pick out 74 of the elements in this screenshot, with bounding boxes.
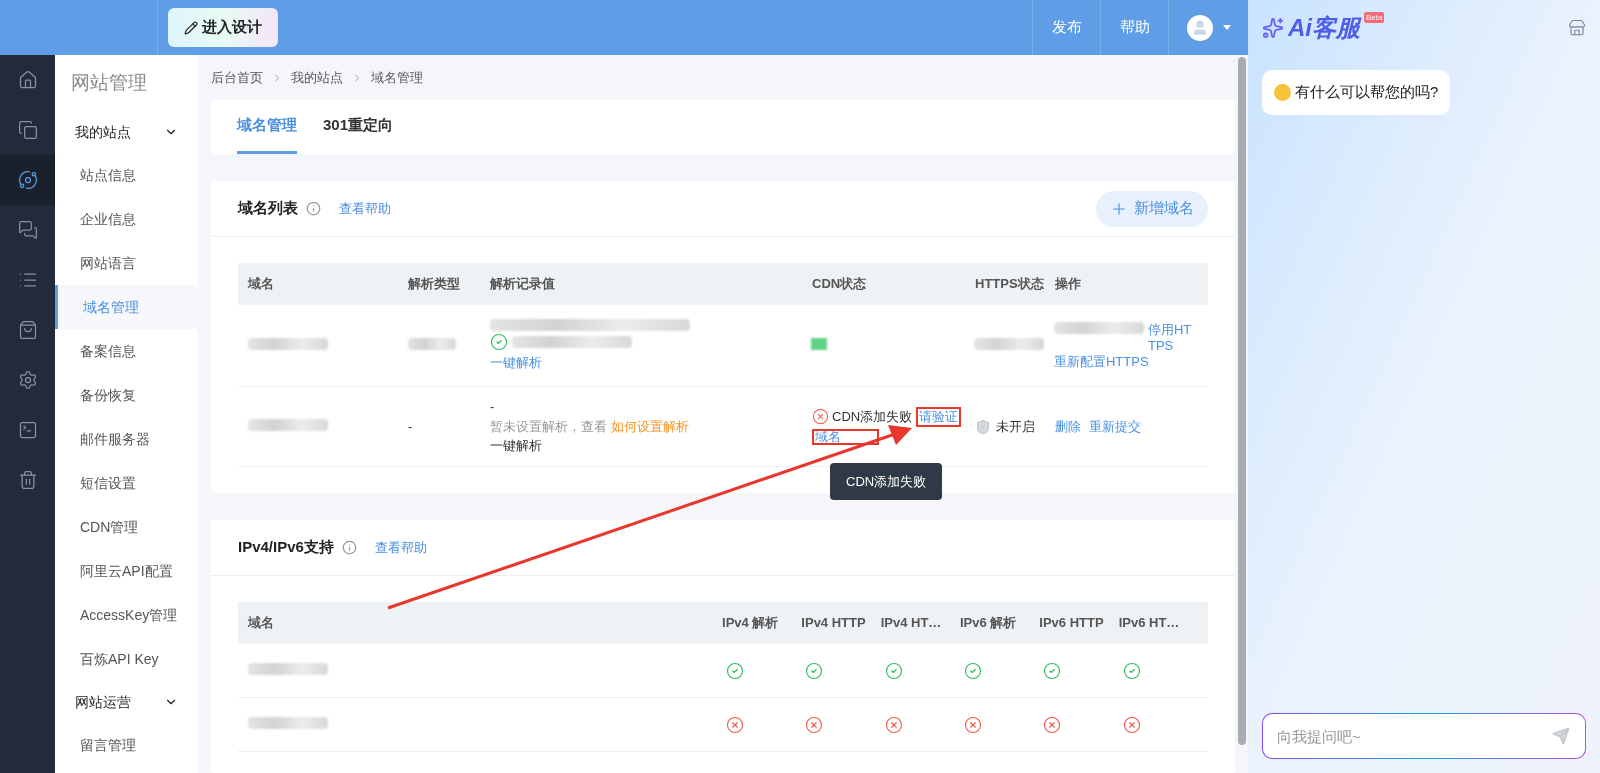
column-header: IPv4 解析 — [722, 615, 779, 631]
sidebar-item[interactable]: AccessKey管理 — [55, 593, 198, 637]
chat-icon — [17, 220, 38, 240]
shield-icon — [975, 418, 991, 435]
terminal-icon — [17, 420, 38, 440]
cross-icon — [812, 407, 829, 425]
sidebar-item[interactable]: 备份恢复 — [55, 373, 198, 417]
check-icon — [489, 332, 508, 351]
table-cell: - — [408, 418, 413, 434]
tooltip: CDN添加失败 — [830, 462, 943, 501]
redacted-block — [974, 337, 1045, 350]
trash-icon — [17, 470, 38, 490]
sidebar-item[interactable]: 留言管理 — [55, 723, 198, 767]
cdn-status: CDN添加失败 — [832, 408, 913, 424]
status-indicator — [811, 337, 828, 350]
help-link[interactable]: 查看帮助 — [339, 198, 391, 219]
avatar-icon — [1186, 14, 1213, 41]
column-header: IPv6 HTTP — [1039, 615, 1104, 631]
verify-link[interactable]: 域名 — [812, 428, 879, 445]
action-link[interactable]: 重新配置HTTPS — [1054, 353, 1149, 369]
redacted-block — [407, 337, 456, 350]
sidebar-item[interactable]: CDN管理 — [55, 505, 198, 549]
sidebar-item[interactable]: 邮件服务器 — [55, 417, 198, 461]
card-title: IPv4/IPv6支持 — [238, 537, 334, 558]
table-cell-text: - — [490, 398, 495, 417]
column-header: HTTPS状态 — [975, 276, 1044, 292]
column-header: 解析类型 — [408, 276, 460, 292]
resolve-link[interactable]: 一键解析 — [489, 352, 542, 373]
copy-icon — [17, 120, 38, 140]
sidebar-item[interactable]: 阿里云API配置 — [55, 549, 198, 593]
sidebar-title: 网站管理 — [70, 70, 148, 95]
tab[interactable]: 301重定向 — [323, 100, 394, 154]
home-icon — [17, 70, 38, 90]
https-status: 未开启 — [996, 417, 1035, 436]
sidebar-item[interactable]: 站点信息 — [55, 153, 198, 197]
column-header: 域名 — [248, 615, 274, 631]
record-hint: 暂未设置解析，查看 如何设置解析 — [490, 417, 689, 436]
column-header: 操作 — [1055, 276, 1081, 292]
pencil-icon — [184, 20, 198, 35]
column-header: IPv6 解析 — [960, 615, 1017, 631]
caret-icon — [1222, 25, 1231, 30]
sidebar-item[interactable]: 百炼API Key — [55, 637, 198, 681]
resolve-link[interactable]: 一键解析 — [490, 436, 542, 456]
column-header: IPv6 HT… — [1118, 615, 1180, 631]
sidebar-group[interactable]: 我的站点 — [55, 111, 198, 153]
column-header: IPv4 HT… — [880, 615, 942, 631]
sidebar-item[interactable]: 网站语言 — [55, 241, 198, 285]
help-link[interactable]: 查看帮助 — [374, 537, 427, 558]
assistant-logo: Ai客服 — [1288, 12, 1360, 43]
verify-link[interactable]: 请验证 — [915, 406, 961, 427]
column-header: IPv4 HTTP — [801, 615, 866, 631]
bag-icon — [17, 320, 38, 340]
planet-icon — [17, 170, 38, 190]
breadcrumb-link[interactable]: 后台首页 — [211, 67, 263, 88]
sidebar-item[interactable]: 企业信息 — [55, 197, 198, 241]
rail-button[interactable] — [0, 155, 55, 205]
column-header: 解析记录值 — [490, 276, 555, 292]
action-link[interactable]: 删除 — [1055, 416, 1081, 437]
column-header: 域名 — [248, 276, 274, 292]
info-icon — [341, 540, 357, 555]
design-button[interactable]: 进入设计 — [168, 8, 278, 47]
gear-icon — [17, 370, 38, 390]
beta-badge: Beta — [1364, 12, 1385, 23]
sparkle-icon — [1262, 16, 1284, 39]
greeting-text: 有什么可以帮您的吗? — [1295, 82, 1439, 102]
action-link[interactable]: 重新提交 — [1089, 416, 1141, 437]
sidebar-item[interactable]: 备案信息 — [55, 329, 198, 373]
column-header: CDN状态 — [812, 276, 867, 292]
card-title: 域名列表 — [238, 198, 298, 219]
breadcrumb-link[interactable]: 我的站点 — [291, 67, 343, 88]
info-icon — [306, 201, 321, 216]
sidebar-item[interactable]: 短信设置 — [55, 461, 198, 505]
question-field[interactable]: 向我提问吧~ — [1262, 713, 1586, 759]
sidebar-group[interactable]: 网站运营 — [55, 681, 198, 723]
